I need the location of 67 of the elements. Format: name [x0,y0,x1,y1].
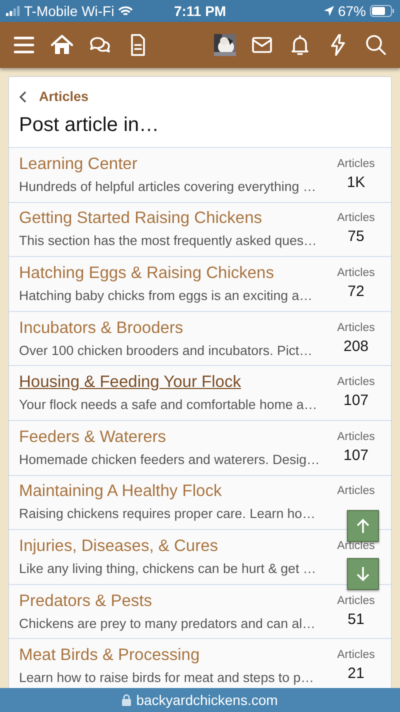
category-row[interactable]: Injuries, Diseases, & Cures Like any living thing, chickens can be hurt & get … Articles [9,529,391,584]
url-text: backyardchickens.com [136,692,278,708]
category-description: Homemade chicken feeders and waterers. Desig… [19,452,321,467]
category-description: Like any living thing, chickens can be hurt & get … [19,560,318,576]
category-link[interactable]: Feeders & Waterers [19,428,166,447]
breadcrumb-link[interactable]: Articles [19,89,381,104]
signal-icon [6,6,20,16]
clock: 7:11 PM [174,3,226,19]
category-description: Raising chickens requires proper care. Learn ho… [19,506,316,522]
back-chevron-icon [19,90,27,102]
article-count: 107 [343,446,369,464]
category-description: Your flock needs a safe and comfortable home a… [19,397,318,412]
stat-label: Articles [337,430,375,443]
category-description: This section has the most frequently asked ques… [19,233,318,248]
category-row[interactable]: Feeders & Waterers Homemade chicken feeders and waterers. Desig… Articles 107 [9,420,391,475]
category-link[interactable]: Incubators & Brooders [19,318,184,338]
arrow-down-icon [356,566,370,582]
category-link[interactable]: Housing & Feeding Your Flock [19,373,241,392]
address-bar[interactable]: backyardchickens.com [0,688,400,712]
article-count: 107 [343,392,369,410]
arrow-up-icon [356,518,370,534]
category-row[interactable]: Hatching Eggs & Raising Chickens Hatching baby chicks from eggs is an exciting a… Articles 72 [9,256,391,311]
lock-icon [122,694,132,706]
stat-label: Articles [337,649,375,662]
category-row[interactable]: Learning Center Hundreds of helpful articles covering everything … Articles 1K [9,147,391,202]
article-count: 1K [346,174,366,191]
location-icon [324,6,334,16]
article-count: 51 [348,610,364,628]
stat-label: Articles [337,594,375,607]
category-description: Over 100 chicken brooders and incubators. Pict… [19,342,314,358]
scroll-down-button[interactable] [347,558,379,590]
category-link[interactable]: Predators & Pests [19,592,152,611]
stat-label: Articles [337,322,375,334]
category-description: Learn how to raise birds for meat and steps to p… [19,670,315,686]
category-link[interactable]: Maintaining A Healthy Flock [19,482,222,502]
category-description: Chickens are prey to many predators and can al… [19,616,316,631]
category-row[interactable]: Getting Started Raising Chickens This section has the most frequently asked ques… Articles 75 [9,202,391,256]
category-row[interactable]: Maintaining A Healthy Flock Raising chickens requires proper care. Learn ho… Articles [9,474,391,530]
article-count: 208 [343,338,369,355]
carrier-label: T-Mobile Wi-Fi [24,3,114,19]
wifi-icon [118,6,134,16]
article-count: 75 [348,228,364,246]
category-description: Hundreds of helpful articles covering everything … [19,178,318,194]
scroll-up-button[interactable] [347,510,379,542]
page-title: Post article in… [19,114,160,137]
category-row[interactable]: Housing & Feeding Your Flock Your flock needs a safe and comfortable home a… Articles 107 [9,365,391,420]
category-row[interactable]: Predators & Pests Chickens are prey to many predators and can al… Articles 51 [9,584,391,638]
battery-percent: 67% [338,3,366,19]
category-link[interactable]: Meat Birds & Processing [19,646,200,666]
stat-label: Articles [337,376,375,388]
category-link[interactable]: Hatching Eggs & Raising Chickens [19,264,274,283]
category-link[interactable]: Learning Center [19,154,138,174]
stat-label: Articles [337,212,375,224]
article-count: 72 [348,282,364,300]
home-icon[interactable] [50,33,74,57]
category-description: Hatching baby chicks from eggs is an exciting a… [19,288,314,303]
category-row[interactable]: Incubators & Brooders Over 100 chicken brooders and incubators. Pict… Articles 208 [9,310,391,366]
battery-icon [370,5,394,17]
search-icon[interactable] [364,33,388,57]
stat-label: Articles [337,540,375,552]
article-count: 21 [348,665,364,682]
category-link[interactable]: Injuries, Diseases, & Cures [19,536,218,556]
stat-label: Articles [337,158,375,170]
stat-label: Articles [337,485,375,498]
stat-label: Articles [337,266,375,279]
category-link[interactable]: Getting Started Raising Chickens [19,209,262,228]
category-row[interactable]: Meat Birds & Processing Learn how to raise birds for meat and steps to p… Articles 21 [9,638,391,688]
